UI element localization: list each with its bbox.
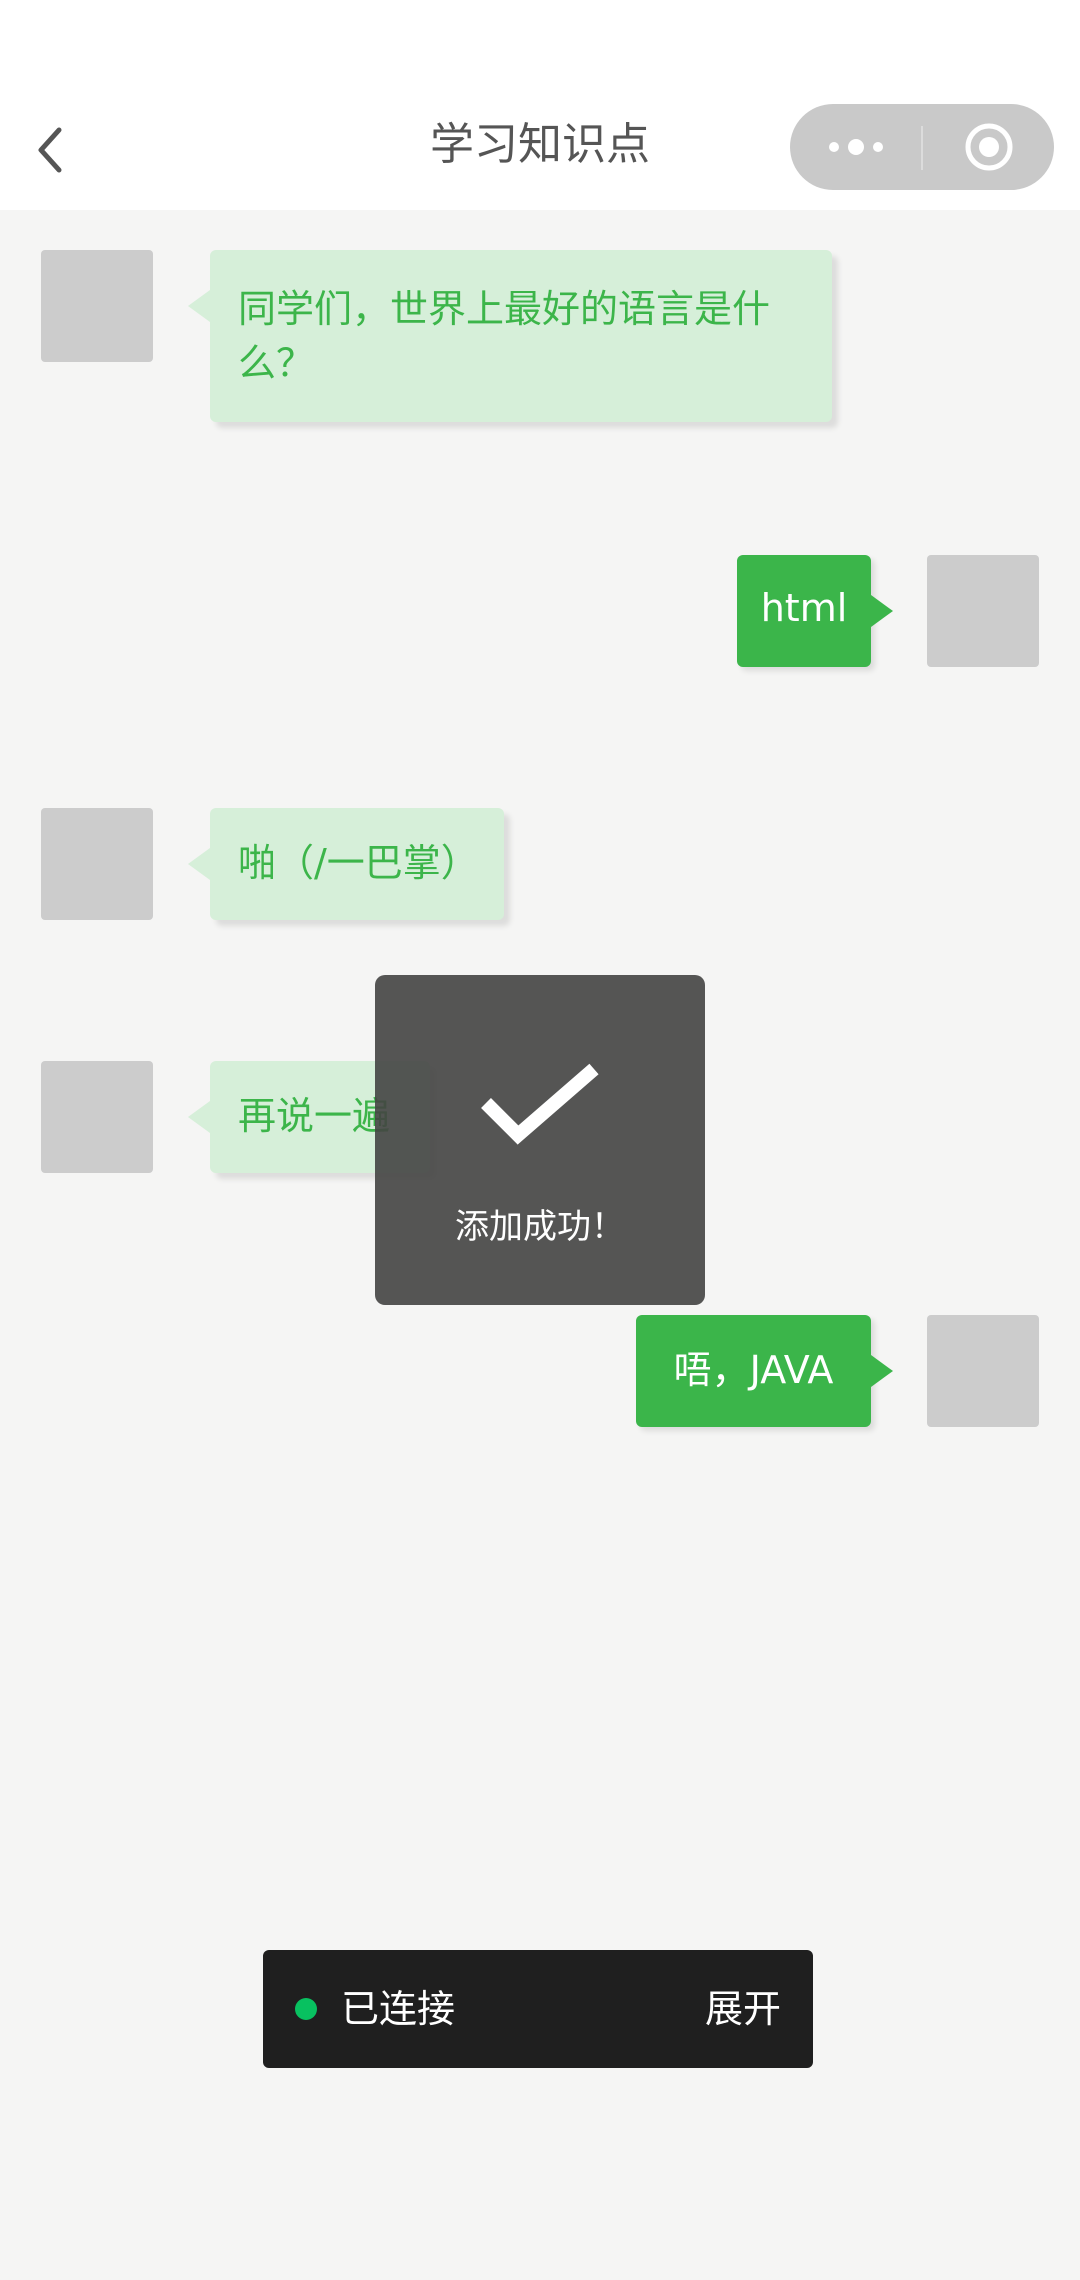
- expand-button[interactable]: 展开: [705, 1950, 781, 2068]
- chat-page: 学习知识点 同学们，世界上最好的语言是什么？ html 啪（/一巴掌） 再说一遍…: [0, 0, 1080, 2280]
- close-miniprogram-button[interactable]: [923, 104, 1054, 190]
- message-bubble: 同学们，世界上最好的语言是什么？: [188, 250, 832, 422]
- chevron-left-icon: [38, 127, 62, 173]
- checkmark-icon: [481, 1063, 599, 1145]
- message-bubble: html: [737, 555, 893, 667]
- toast-message: 添加成功！: [455, 1207, 625, 1247]
- message-bubble: 唔，JAVA: [636, 1315, 893, 1427]
- avatar[interactable]: [41, 1061, 153, 1173]
- success-toast: 添加成功！: [375, 975, 705, 1305]
- more-dots-icon: [828, 139, 883, 155]
- connected-status-dot: [295, 1998, 317, 2020]
- connection-status-bar: 已连接 展开: [263, 1950, 813, 2068]
- back-button[interactable]: [20, 105, 80, 195]
- connection-status-text: 已连接: [341, 1987, 456, 2031]
- menu-capsule: [790, 104, 1054, 190]
- avatar[interactable]: [41, 808, 153, 920]
- avatar[interactable]: [41, 250, 153, 362]
- message-bubble: 啪（/一巴掌）: [188, 808, 504, 920]
- more-button[interactable]: [790, 104, 921, 190]
- navigation-bar: 学习知识点: [0, 90, 1080, 210]
- avatar[interactable]: [927, 1315, 1039, 1427]
- status-bar: [0, 0, 1080, 90]
- avatar[interactable]: [927, 555, 1039, 667]
- target-close-icon: [965, 123, 1012, 171]
